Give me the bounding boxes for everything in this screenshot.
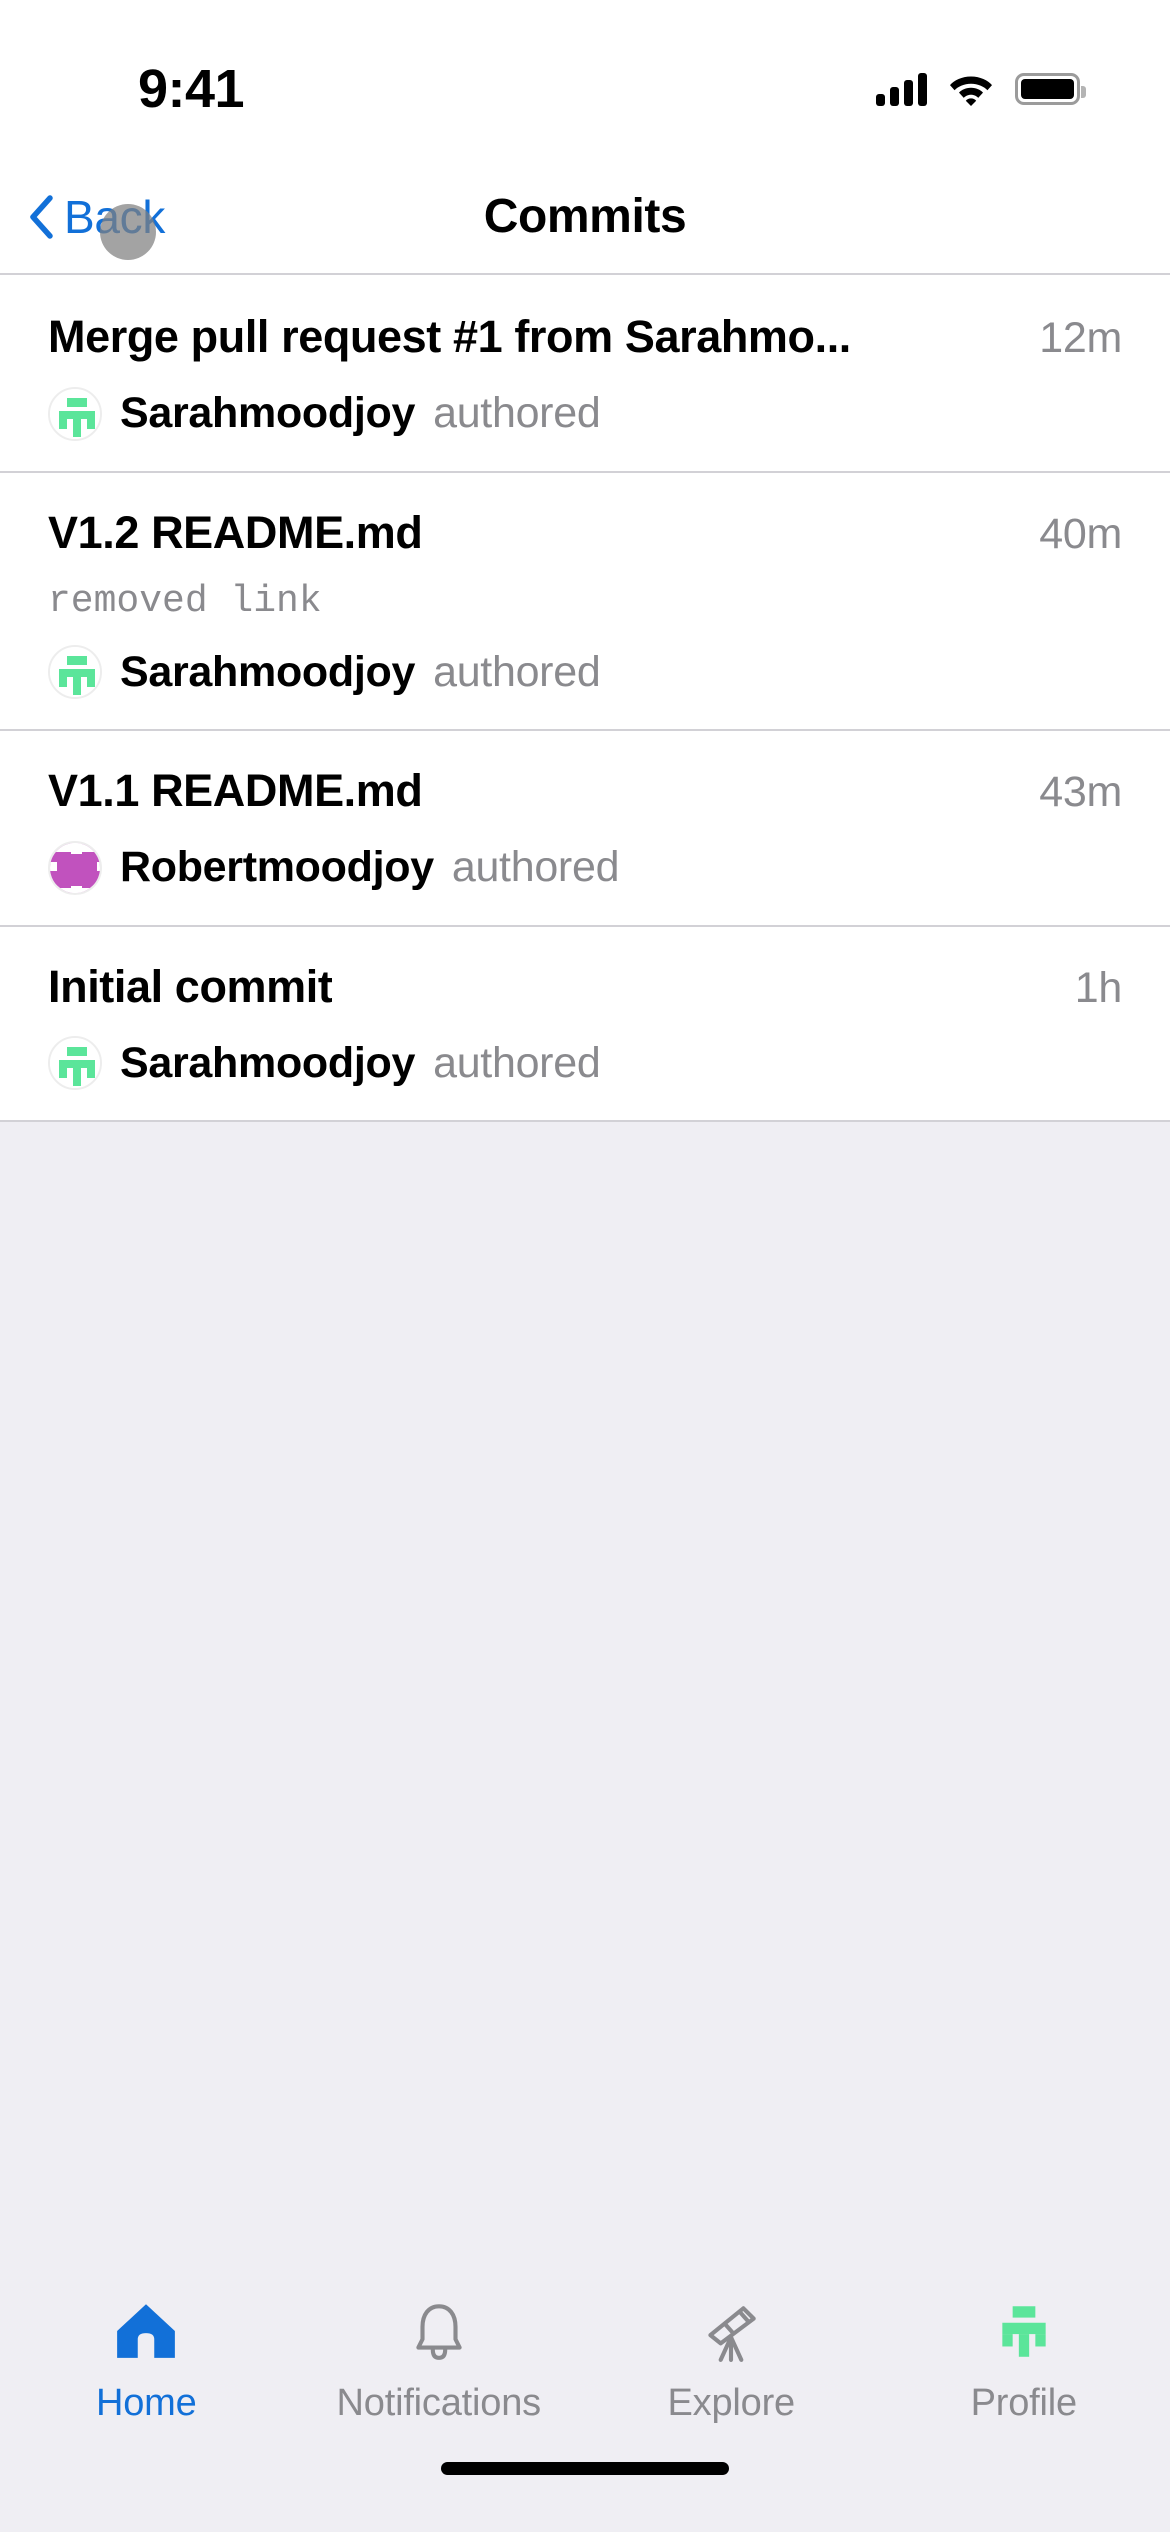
commit-title: Initial commit <box>48 960 333 1012</box>
status-bar: 9:41 <box>0 0 1170 160</box>
back-button-label: Back <box>64 190 166 243</box>
commit-author-verb: authored <box>433 389 601 438</box>
commit-author: Sarahmoodjoy authored <box>48 386 1122 441</box>
identicon-avatar <box>48 645 102 700</box>
commit-header: Merge pull request #1 from Sarahmo... 12… <box>48 311 1122 365</box>
commit-title: V1.1 README.md <box>48 765 423 817</box>
table-row[interactable]: V1.2 README.md 40m removed link Sarahmoo… <box>0 470 1170 730</box>
table-row[interactable]: V1.1 README.md 43m Robertmoodjoy authore… <box>0 729 1170 925</box>
tab-profile-label: Profile <box>970 2382 1078 2424</box>
home-indicator-area <box>0 2462 1170 2532</box>
commit-header: Initial commit 1h <box>48 961 1122 1015</box>
commit-author: Sarahmoodjoy authored <box>48 1036 1122 1091</box>
wifi-icon <box>950 76 992 106</box>
home-icon <box>109 2294 183 2368</box>
commit-author-verb: authored <box>451 843 620 892</box>
commit-author-name: Sarahmoodjoy <box>120 389 416 438</box>
commit-author-name: Sarahmoodjoy <box>120 1038 416 1087</box>
tab-home[interactable]: Home <box>0 2294 293 2425</box>
tab-explore[interactable]: Explore <box>585 2294 878 2425</box>
commit-timestamp: 43m <box>1039 768 1122 817</box>
page-title: Commits <box>483 190 687 243</box>
bell-icon <box>402 2294 476 2368</box>
commit-author-verb: authored <box>433 1038 601 1087</box>
identicon-avatar <box>48 840 102 895</box>
commit-header: V1.1 README.md 43m <box>48 765 1122 819</box>
empty-content-area <box>0 1120 1170 2272</box>
commit-timestamp: 12m <box>1039 314 1122 362</box>
home-indicator[interactable] <box>441 2462 729 2475</box>
commit-title: V1.2 README.md <box>48 506 423 558</box>
identicon-avatar <box>48 386 102 441</box>
commit-author-verb: authored <box>433 647 601 696</box>
status-bar-time: 9:41 <box>138 59 245 119</box>
navigation-bar: Back Commits <box>0 160 1170 275</box>
status-bar-indicators <box>876 72 1086 106</box>
tab-profile[interactable]: Profile <box>878 2294 1170 2425</box>
commit-author-name: Robertmoodjoy <box>120 843 434 892</box>
commit-author: Sarahmoodjoy authored <box>48 645 1122 700</box>
tab-home-label: Home <box>95 2382 197 2424</box>
table-row[interactable]: Initial commit 1h Sarahmoodjoy authored <box>0 924 1170 1121</box>
commit-timestamp: 1h <box>1074 963 1123 1012</box>
battery-full-icon <box>1015 73 1086 105</box>
commit-timestamp: 40m <box>1039 509 1122 558</box>
app-screen: 9:41 Back Commits Merge pull request #1 … <box>0 0 1170 2532</box>
commit-header: V1.2 README.md 40m <box>48 507 1122 561</box>
cellular-signal-icon <box>876 72 927 106</box>
commit-message: removed link <box>48 580 322 624</box>
tab-notifications[interactable]: Notifications <box>293 2294 586 2425</box>
chevron-left-icon <box>30 194 53 239</box>
bottom-tab-bar: Home Notifications Explore Profile <box>0 2272 1170 2462</box>
back-button[interactable]: Back <box>28 190 165 244</box>
tab-notifications-label: Notifications <box>336 2382 542 2424</box>
table-row[interactable]: Merge pull request #1 from Sarahmo... 12… <box>0 275 1170 471</box>
identicon-avatar-icon <box>987 2294 1061 2368</box>
commit-author: Robertmoodjoy authored <box>48 840 1122 895</box>
telescope-icon <box>694 2294 768 2368</box>
tab-explore-label: Explore <box>667 2382 796 2424</box>
commit-list: Merge pull request #1 from Sarahmo... 12… <box>0 275 1170 1121</box>
commit-title: Merge pull request #1 from Sarahmo... <box>48 311 851 362</box>
identicon-avatar <box>48 1036 102 1091</box>
commit-author-name: Sarahmoodjoy <box>120 647 416 696</box>
